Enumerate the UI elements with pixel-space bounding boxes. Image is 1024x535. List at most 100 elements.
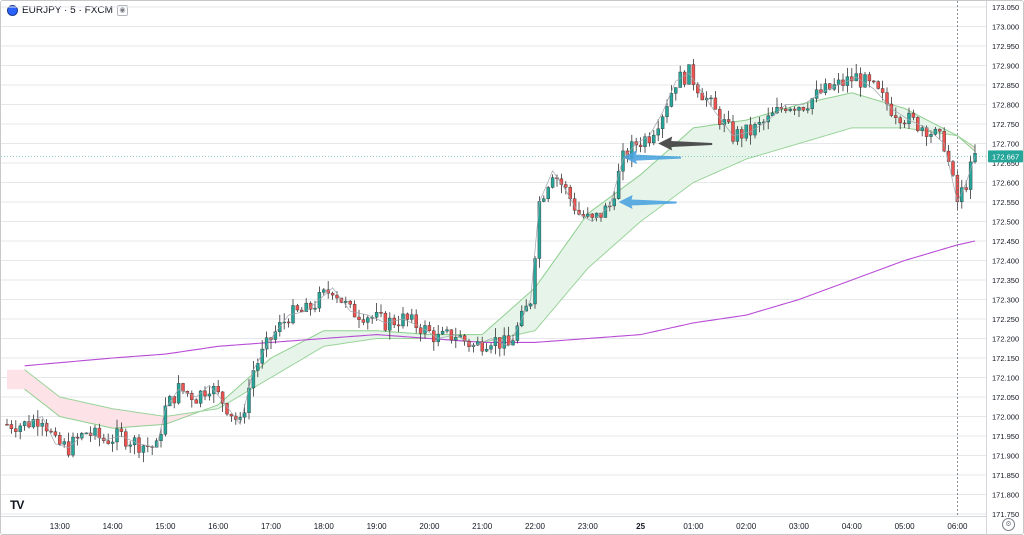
- candle-body: [194, 399, 198, 404]
- candle-body: [682, 71, 687, 85]
- time-tick-label: 21:00: [472, 522, 493, 531]
- candle-body: [568, 187, 572, 199]
- price-tick-label: 172.900: [992, 62, 1019, 71]
- candle-body: [665, 106, 669, 117]
- candle-body: [352, 303, 357, 318]
- candle-body: [62, 441, 66, 445]
- candle-body: [674, 87, 678, 94]
- candle-body: [53, 431, 58, 436]
- candle-body: [75, 436, 80, 439]
- price-tick-label: 172.450: [992, 237, 1019, 246]
- price-tick-label: 172.400: [992, 257, 1019, 266]
- candle-body: [330, 292, 335, 296]
- price-tick-label: 171.800: [992, 491, 1019, 500]
- candle-body: [814, 89, 819, 99]
- candle-body: [5, 424, 9, 426]
- candle-body: [806, 108, 810, 111]
- candle-body: [603, 205, 608, 218]
- time-axis[interactable]: 13:00 14:00 15:00 16:00 17:00 18:00 19:00 20:00…: [1, 516, 986, 535]
- price-tick-label: 172.050: [992, 393, 1019, 402]
- candle-body: [242, 412, 247, 418]
- candle-body: [528, 303, 533, 307]
- candle-body: [388, 317, 392, 331]
- time-tick-label: 15:00: [155, 522, 176, 531]
- price-tick-label: 172.800: [992, 101, 1019, 110]
- candle-body: [427, 325, 432, 331]
- candle-body: [115, 428, 119, 443]
- price-tick-label: 172.000: [992, 413, 1019, 422]
- candle-body: [124, 431, 128, 447]
- candle-body: [748, 124, 753, 136]
- candle-body: [652, 134, 656, 144]
- price-axis[interactable]: 173.050 173.000 172.950 172.900 172.850 172.8…: [986, 1, 1024, 534]
- candle-body: [300, 309, 304, 312]
- candle-body: [660, 116, 665, 130]
- candle-body: [907, 112, 911, 125]
- candle-body: [731, 121, 735, 142]
- candle-body: [379, 312, 383, 314]
- candle-body: [612, 198, 616, 207]
- candle-body: [964, 187, 968, 190]
- candle-body: [348, 300, 352, 305]
- chart-window: EURJPY · 5 · FXCM ◉ TV 173.050 173.000 172…: [0, 0, 1024, 535]
- candle-body: [863, 74, 867, 88]
- candle-body: [797, 107, 801, 111]
- candle-body: [18, 425, 22, 432]
- candle-body: [36, 419, 40, 427]
- candle-body: [656, 128, 660, 136]
- candle-body: [792, 108, 797, 111]
- candle-body: [726, 119, 731, 122]
- candle-body: [713, 97, 718, 110]
- candle-body: [493, 337, 498, 346]
- candle-body: [159, 434, 163, 441]
- candle-body: [383, 312, 388, 331]
- price-tick-label: 173.050: [992, 3, 1019, 12]
- candle-body: [110, 441, 115, 444]
- candle-body: [374, 312, 379, 318]
- candle-body: [295, 305, 300, 311]
- candle-body: [484, 348, 489, 352]
- candle-body: [889, 103, 894, 116]
- candle-body: [14, 428, 18, 432]
- candle-body: [784, 108, 788, 111]
- price-tick-label: 172.300: [992, 296, 1019, 305]
- price-tick-label: 171.950: [992, 432, 1019, 441]
- candle-body: [678, 71, 682, 88]
- price-tick-label: 171.850: [992, 471, 1019, 480]
- price-tick-label: 172.950: [992, 42, 1019, 51]
- candle-body: [93, 427, 97, 436]
- candle-body: [876, 81, 880, 89]
- candle-body: [902, 122, 907, 125]
- candle-body: [405, 313, 410, 320]
- candle-body: [938, 128, 942, 132]
- time-tick-label: 01:00: [683, 522, 704, 531]
- candle-body: [141, 445, 146, 453]
- candle-body: [97, 427, 102, 439]
- candle-body: [71, 436, 75, 456]
- candle-body: [590, 213, 594, 218]
- time-tick-label: 02:00: [736, 522, 757, 531]
- settings-gear-icon[interactable]: ⚙: [1002, 518, 1015, 531]
- candle-body: [911, 112, 916, 118]
- candle-body: [66, 441, 71, 456]
- price-tick-label: 172.200: [992, 335, 1019, 344]
- candle-body: [894, 115, 898, 118]
- candle-body: [119, 428, 124, 432]
- price-chart[interactable]: [1, 1, 986, 516]
- time-tick-label: 03:00: [789, 522, 810, 531]
- ema-mid-line: [24, 127, 976, 418]
- candle-body: [9, 424, 14, 429]
- candle-body: [366, 317, 370, 323]
- candle-body: [440, 330, 445, 335]
- current-price-label: 172.667: [992, 152, 1019, 161]
- candle-body: [872, 80, 876, 83]
- candle-body: [286, 321, 291, 324]
- candle-body: [449, 329, 454, 341]
- candle-body: [502, 335, 506, 349]
- candle-body: [920, 127, 924, 131]
- candle-body: [489, 345, 493, 350]
- candle-body: [313, 307, 317, 310]
- candle-body: [361, 319, 366, 323]
- price-tick-label: 172.850: [992, 81, 1019, 90]
- candle-body: [546, 187, 550, 200]
